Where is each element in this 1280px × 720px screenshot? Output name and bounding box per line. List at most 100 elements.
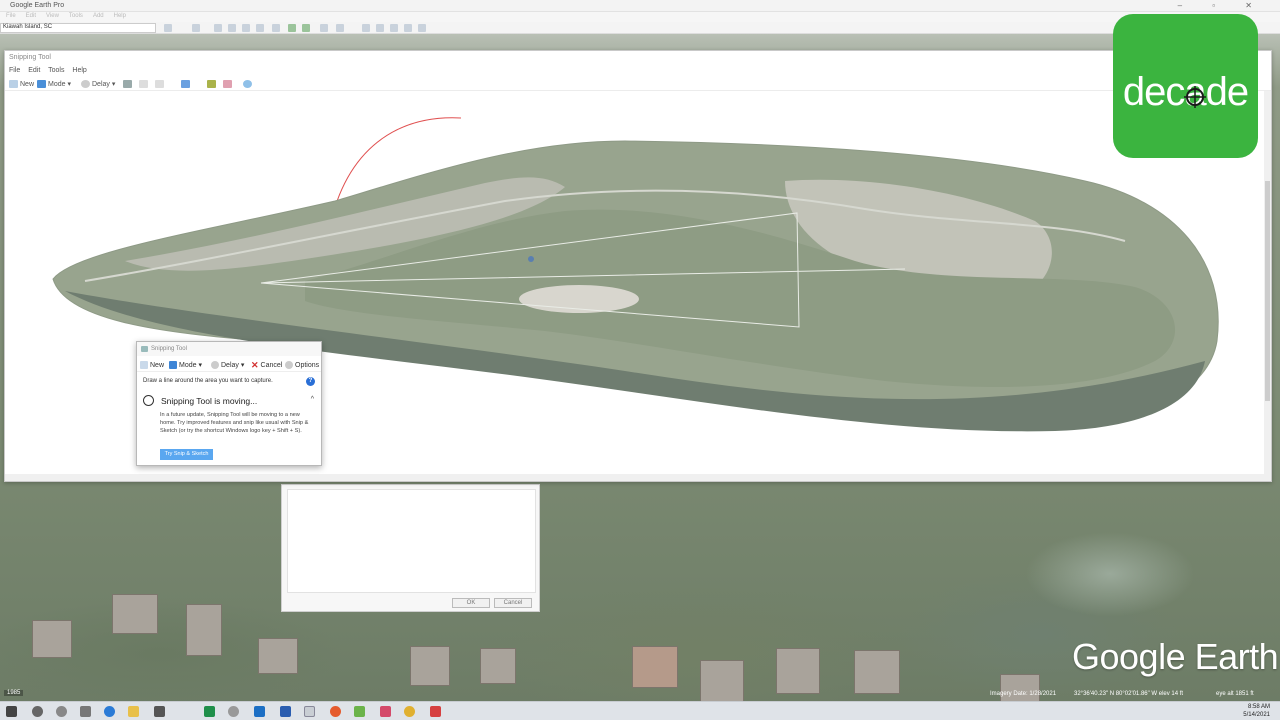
snip-delay-button[interactable]: Delay ▾ <box>81 78 115 90</box>
chevron-up-icon[interactable]: ^ <box>311 396 314 403</box>
dialog-pane <box>287 489 536 593</box>
mode-label: Mode <box>179 361 197 369</box>
clock-icon <box>211 361 219 369</box>
photos-icon[interactable] <box>228 706 239 717</box>
snip-menubar: File Edit Tools Help <box>9 67 93 74</box>
snip-mode-button[interactable]: Mode ▾ <box>37 78 71 90</box>
file-explorer-icon[interactable] <box>128 706 139 717</box>
menu-tools[interactable]: Tools <box>69 13 83 19</box>
search-icon[interactable] <box>164 24 172 32</box>
edge-icon[interactable] <box>104 706 115 717</box>
scrollbar-thumb[interactable] <box>1265 181 1270 401</box>
mode-icon <box>169 361 177 369</box>
clock-date: 5/14/2021 <box>1243 712 1270 718</box>
menu-file[interactable]: File <box>6 13 16 19</box>
excel-icon[interactable] <box>204 706 215 717</box>
media-icon[interactable] <box>330 706 341 717</box>
ruler-icon[interactable] <box>336 24 344 32</box>
mode-button[interactable]: Mode ▾ <box>169 359 202 371</box>
search-input[interactable]: Kiawah Island, SC <box>0 23 156 33</box>
menu-add[interactable]: Add <box>93 13 104 19</box>
snip-menu-help[interactable]: Help <box>72 67 86 74</box>
polygon-icon[interactable] <box>228 24 236 32</box>
word-icon[interactable] <box>280 706 291 717</box>
pen-icon[interactable] <box>181 78 190 90</box>
google-earth-logo: Google Earth <box>1072 636 1279 677</box>
send-icon[interactable] <box>155 78 164 90</box>
coordinates-readout: 32°36'40.23" N 80°02'01.86" W elev 14 ft <box>1074 691 1184 697</box>
menu-view[interactable]: View <box>46 13 59 19</box>
snip-menu-edit[interactable]: Edit <box>28 67 40 74</box>
house-roof <box>112 594 158 634</box>
menu-help[interactable]: Help <box>114 13 126 19</box>
save-icon[interactable] <box>123 78 132 90</box>
delay-button[interactable]: Delay ▾ <box>211 359 244 371</box>
email-icon[interactable] <box>362 24 370 32</box>
copy-icon[interactable] <box>139 78 148 90</box>
sidebar-toggle-icon[interactable] <box>192 24 200 32</box>
paint-icon[interactable] <box>243 78 252 90</box>
clock-icon <box>81 80 90 88</box>
sun-icon[interactable] <box>302 24 310 32</box>
snip-new-button[interactable]: New <box>9 78 34 90</box>
snip-mode-label: Mode <box>48 80 66 88</box>
dialog-title: Snipping Tool <box>151 346 187 352</box>
cortana-icon[interactable] <box>56 706 67 717</box>
placemark-marker[interactable] <box>528 256 534 262</box>
eraser-icon[interactable] <box>223 78 232 90</box>
store-icon[interactable] <box>154 706 165 717</box>
start-icon[interactable] <box>6 706 17 717</box>
cancel-button[interactable]: Cancel <box>494 598 532 608</box>
vertical-scrollbar[interactable] <box>1264 91 1271 475</box>
target-icon <box>1184 86 1206 108</box>
print-icon[interactable] <box>376 24 384 32</box>
try-snip-sketch-button[interactable]: Try Snip & Sketch <box>160 449 213 460</box>
snip-menu-file[interactable]: File <box>9 67 20 74</box>
snip-menu-tools[interactable]: Tools <box>48 67 64 74</box>
earth-icon[interactable] <box>418 24 426 32</box>
cancel-snip-button[interactable]: ✕ Cancel <box>251 359 282 371</box>
outlook-icon[interactable] <box>254 706 265 717</box>
app-q-icon[interactable] <box>380 706 391 717</box>
highlighter-icon[interactable] <box>207 78 216 90</box>
planets-icon[interactable] <box>320 24 328 32</box>
clock-time: 8:58 AM <box>1247 704 1270 710</box>
house-roof <box>854 650 900 694</box>
close-icon: ✕ <box>251 359 259 370</box>
search-icon[interactable] <box>32 706 43 717</box>
options-button[interactable]: Options <box>285 359 319 371</box>
house-roof <box>776 648 820 694</box>
chrome-icon[interactable] <box>404 706 415 717</box>
chevron-down-icon: ▾ <box>198 362 203 369</box>
google-earth-task-icon[interactable] <box>304 706 315 717</box>
camtasia-icon[interactable] <box>354 706 365 717</box>
options-label: Options <box>295 361 320 369</box>
snipping-tool-dialog: Snipping Tool New Mode ▾ Delay ▾ ✕ Cance… <box>136 341 322 466</box>
snip-toolbar: New Mode ▾ Delay ▾ <box>5 77 1271 91</box>
ok-button[interactable]: OK <box>452 598 490 608</box>
house-roof <box>410 646 450 686</box>
task-view-icon[interactable] <box>80 706 91 717</box>
menu-edit[interactable]: Edit <box>26 13 36 19</box>
history-icon[interactable] <box>288 24 296 32</box>
window-controls[interactable]: – ▫ ✕ <box>1178 1 1266 10</box>
maps-icon[interactable] <box>404 24 412 32</box>
house-roof <box>186 604 222 656</box>
house-roof <box>480 648 516 684</box>
system-clock[interactable]: 8:58 AM 5/14/2021 <box>1243 703 1270 719</box>
new-label: New <box>150 361 165 369</box>
tour-icon[interactable] <box>272 24 280 32</box>
horizontal-scrollbar[interactable] <box>5 474 1271 481</box>
house-roof <box>258 638 298 674</box>
imagery-date: Imagery Date: 1/28/2021 <box>990 691 1057 697</box>
chevron-down-icon: ▾ <box>111 81 116 88</box>
placemark-icon[interactable] <box>214 24 222 32</box>
path-icon[interactable] <box>242 24 250 32</box>
window-title: Google Earth Pro <box>10 2 65 9</box>
save-image-icon[interactable] <box>390 24 398 32</box>
notice-body: In a future update, Snipping Tool will b… <box>160 412 309 434</box>
snipping-task-icon[interactable] <box>430 706 441 717</box>
overlay-icon[interactable] <box>256 24 264 32</box>
help-icon[interactable]: ? <box>306 377 315 386</box>
new-button[interactable]: New <box>140 359 164 371</box>
